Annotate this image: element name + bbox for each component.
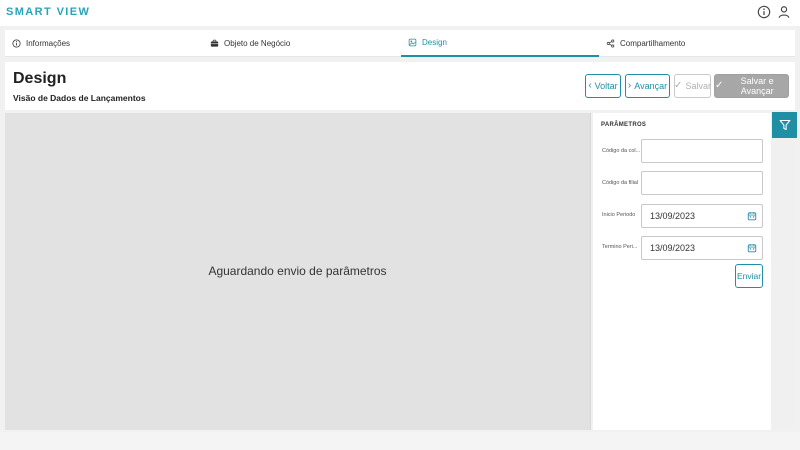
chevron-right-icon: › bbox=[627, 80, 632, 91]
app-brand: SMART VIEW bbox=[6, 6, 91, 18]
parameters-title: PARÂMETROS bbox=[601, 122, 647, 128]
tab-label: Objeto de Negócio bbox=[224, 39, 291, 48]
tab-label: Informações bbox=[26, 39, 71, 48]
chevron-left-icon: ‹ bbox=[588, 80, 592, 91]
back-button[interactable]: ‹ Voltar bbox=[585, 74, 621, 98]
save-button-label: Salvar bbox=[685, 81, 711, 91]
bottom-bar bbox=[0, 432, 800, 450]
briefcase-icon bbox=[210, 39, 219, 48]
design-canvas: Aguardando envio de parâmetros bbox=[5, 113, 591, 430]
tab-label: Compartilhamento bbox=[620, 39, 686, 48]
share-icon bbox=[606, 39, 615, 48]
check-icon: ✓ bbox=[715, 80, 724, 91]
field-label-termino-periodo: Termino Peri... bbox=[602, 244, 638, 250]
send-button[interactable]: Enviar bbox=[735, 264, 763, 288]
codigo-col-input[interactable] bbox=[641, 139, 763, 163]
calendar-icon[interactable] bbox=[747, 243, 757, 253]
waiting-message: Aguardando envio de parâmetros bbox=[208, 264, 387, 278]
check-icon: ✓ bbox=[674, 80, 683, 91]
tab-objeto-de-negocio[interactable]: Objeto de Negócio bbox=[203, 30, 401, 57]
tab-informacoes[interactable]: Informações bbox=[5, 30, 203, 57]
page-title: Design bbox=[13, 70, 67, 87]
save-button[interactable]: ✓ Salvar bbox=[674, 74, 711, 98]
wizard-tabs: Informações Objeto de Negócio Design Com… bbox=[5, 30, 795, 57]
termino-periodo-input[interactable] bbox=[641, 236, 763, 260]
back-button-label: Voltar bbox=[594, 81, 618, 91]
codigo-filial-input[interactable] bbox=[641, 171, 763, 195]
tab-label: Design bbox=[422, 38, 447, 47]
filter-toggle-button[interactable] bbox=[772, 112, 797, 138]
design-icon bbox=[408, 38, 417, 47]
field-label-codigo-col: Código da col... bbox=[602, 148, 641, 154]
save-and-next-button-label: Salvar e Avançar bbox=[740, 76, 774, 96]
next-button-label: Avançar bbox=[634, 81, 668, 91]
save-and-next-button[interactable]: ✓ Salvar e Avançar bbox=[714, 74, 789, 98]
calendar-icon[interactable] bbox=[747, 211, 757, 221]
inicio-periodo-input[interactable] bbox=[641, 204, 763, 228]
top-bar: SMART VIEW bbox=[0, 0, 800, 26]
field-label-inicio-periodo: Inicio Periodo bbox=[602, 212, 636, 218]
tab-compartilhamento[interactable]: Compartilhamento bbox=[599, 30, 795, 57]
field-label-codigo-filial: Código da filial bbox=[602, 180, 639, 186]
next-button[interactable]: › Avançar bbox=[625, 74, 670, 98]
side-strip bbox=[771, 113, 795, 430]
parameters-panel: PARÂMETROS Código da col... Código da fi… bbox=[593, 113, 771, 430]
info-icon[interactable] bbox=[757, 5, 771, 19]
filter-icon bbox=[779, 119, 791, 131]
user-icon[interactable] bbox=[777, 5, 791, 19]
page-header: Design Visão de Dados de Lançamentos ‹ V… bbox=[5, 62, 795, 110]
tab-design[interactable]: Design bbox=[401, 30, 599, 57]
page-subtitle: Visão de Dados de Lançamentos bbox=[13, 93, 146, 103]
info-icon bbox=[12, 39, 21, 48]
